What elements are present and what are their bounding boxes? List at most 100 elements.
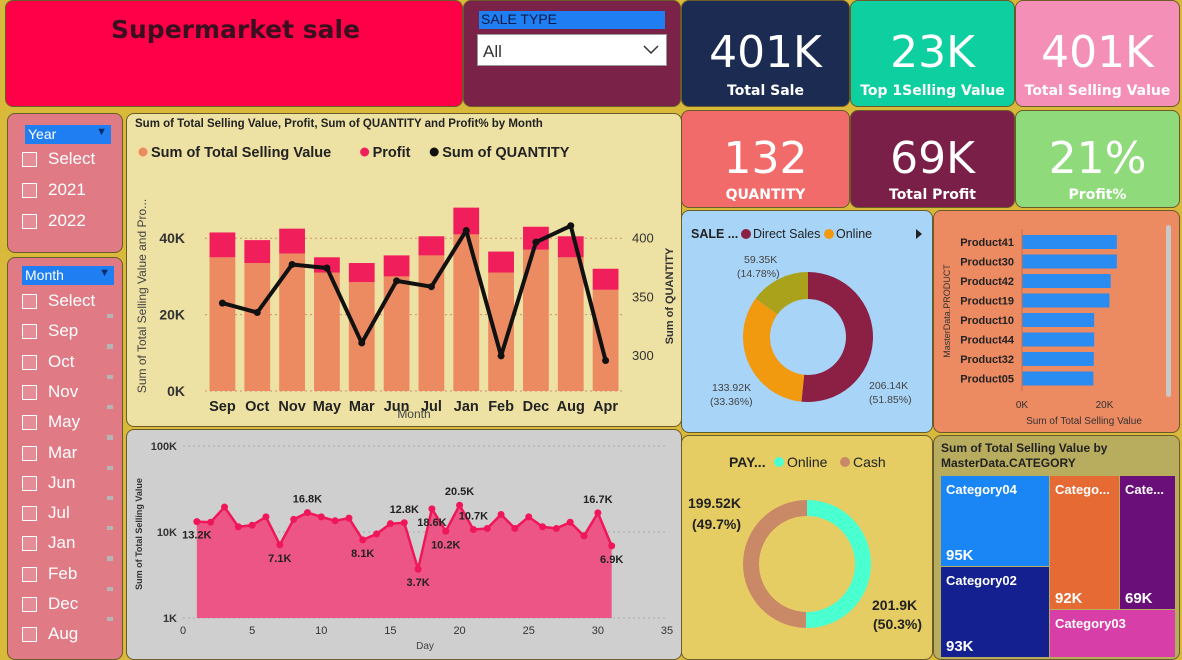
treemap-cell[interactable]: Category03 <box>1050 610 1175 657</box>
checkbox[interactable] <box>22 183 37 198</box>
area-point <box>234 523 242 531</box>
checkbox[interactable] <box>22 475 37 491</box>
year-item-label: 2022 <box>44 208 114 234</box>
treemap-cell[interactable]: Cate... 69K <box>1120 476 1175 609</box>
product-label: Product05 <box>960 374 1014 386</box>
bar-profit <box>488 251 514 273</box>
year-item[interactable]: Select ... <box>22 146 118 194</box>
checkbox[interactable] <box>22 445 37 461</box>
checkbox[interactable] <box>22 536 37 552</box>
checkbox[interactable] <box>22 415 37 431</box>
sale-type-dropdown[interactable]: All <box>477 34 667 66</box>
legend-label: Cash <box>853 454 886 470</box>
y2-tick-label: 350 <box>632 289 654 304</box>
checkbox[interactable] <box>22 506 37 522</box>
legend-marker <box>840 457 850 467</box>
area-point <box>566 518 574 526</box>
y2-tick-label: 300 <box>632 348 654 363</box>
legend-marker <box>774 457 784 467</box>
sale-type-label: SALE TYPE <box>479 11 665 29</box>
checkbox[interactable] <box>22 152 37 167</box>
kpi-total-selling: 401K Total Selling Value <box>1015 0 1180 107</box>
month-item[interactable]: Nov <box>22 378 118 405</box>
month-item[interactable]: Dec <box>22 591 118 617</box>
checkbox[interactable] <box>22 294 37 309</box>
x-axis-title: Month <box>397 407 430 421</box>
x-tick-label: 30 <box>592 625 604 637</box>
month-slicer-header[interactable]: Month ▼ <box>22 266 114 285</box>
month-item-label: Select all <box>44 288 114 336</box>
area-point <box>331 517 339 525</box>
checkbox[interactable] <box>22 627 37 643</box>
checkbox[interactable] <box>22 384 37 400</box>
y-tick-label: 40K <box>159 230 185 246</box>
month-item-label: Aug <box>44 621 114 648</box>
data-label: 10.2K <box>431 539 460 551</box>
month-item[interactable]: Sep <box>22 318 118 345</box>
checkbox[interactable] <box>22 324 37 340</box>
month-item-label: Dec <box>44 591 114 617</box>
product-scrollbar[interactable] <box>1166 225 1171 397</box>
month-item[interactable]: Jan <box>22 530 118 557</box>
quantity-point <box>602 357 610 365</box>
treemap-title: Sum of Total Selling Value by MasterData… <box>941 441 1108 470</box>
checkbox[interactable] <box>22 566 37 582</box>
data-label: 10.7K <box>459 510 488 522</box>
area-point <box>276 541 284 549</box>
x-tick-label: 35 <box>661 625 673 637</box>
month-item[interactable]: May <box>22 409 118 436</box>
kpi-top1-selling: 23K Top 1Selling Value <box>850 0 1015 107</box>
treemap-cell[interactable]: Category02 93K <box>941 567 1049 657</box>
month-item[interactable]: Jul <box>22 500 118 527</box>
data-label: 18.6K <box>417 517 446 529</box>
kpi-profit-pct-value: 21% <box>1048 133 1147 184</box>
x-tick-label: Apr <box>593 399 618 415</box>
checkbox[interactable] <box>22 597 37 612</box>
x-tick-label: Feb <box>488 399 514 415</box>
year-slicer-header[interactable]: Year ▼ <box>25 125 111 144</box>
legend-label: Online <box>787 454 828 470</box>
month-item[interactable]: Mar <box>22 439 118 466</box>
month-item[interactable]: Select all <box>22 288 118 336</box>
payment-donut: PAY... Online Cash 201.9K (50.3%) 199.52K (49.… <box>688 454 922 632</box>
product-label: Product32 <box>960 354 1014 366</box>
legend-label: Sum of Total Selling Value <box>151 145 331 161</box>
checkbox[interactable] <box>22 214 37 229</box>
x-tick-label: 5 <box>249 625 255 637</box>
kpi-total-selling-value: 401K <box>1041 27 1154 78</box>
checkbox[interactable] <box>22 354 37 370</box>
month-item-label: Oct <box>44 348 114 375</box>
x-tick-label: 10 <box>315 625 327 637</box>
area-point <box>386 520 394 528</box>
combo-legend: Sum of Total Selling Value Profit Sum of Q… <box>138 145 570 161</box>
product-label: Product44 <box>960 335 1015 347</box>
treemap-cell[interactable]: Category04 95K <box>941 476 1049 566</box>
legend-label: Profit <box>373 145 411 161</box>
treemap-cell-value: 95K <box>946 547 974 564</box>
month-item-label: Jan <box>44 530 114 557</box>
product-bar-chart: Product41 Product30 Product42 Product19 Prod… <box>942 229 1142 427</box>
product-label: Product41 <box>960 237 1014 249</box>
area-point <box>317 513 325 521</box>
bar-profit <box>383 255 410 277</box>
data-label: 6.9K <box>600 554 623 566</box>
area-point <box>483 524 491 532</box>
month-item[interactable]: Feb <box>22 560 118 587</box>
year-item[interactable]: 2022 <box>22 208 118 234</box>
month-item[interactable]: Aug <box>22 621 118 648</box>
legend-marker <box>824 229 834 239</box>
x-tick-label: Aug <box>557 399 585 415</box>
quantity-point <box>358 339 366 347</box>
quantity-point <box>462 226 470 234</box>
treemap-cell[interactable]: Catego... 92K <box>1050 476 1119 609</box>
month-item[interactable]: Oct <box>22 348 118 375</box>
month-item[interactable]: Jun <box>22 469 118 496</box>
quantity-point <box>532 238 540 246</box>
x-tick-label: Oct <box>245 399 269 415</box>
year-item[interactable]: 2021 <box>22 177 118 203</box>
donut-title: PAY... <box>729 454 766 470</box>
quantity-point <box>567 222 575 230</box>
product-bar <box>1022 293 1110 308</box>
x-tick-label: Jan <box>454 399 479 415</box>
donut-title: SALE ... <box>691 227 738 241</box>
